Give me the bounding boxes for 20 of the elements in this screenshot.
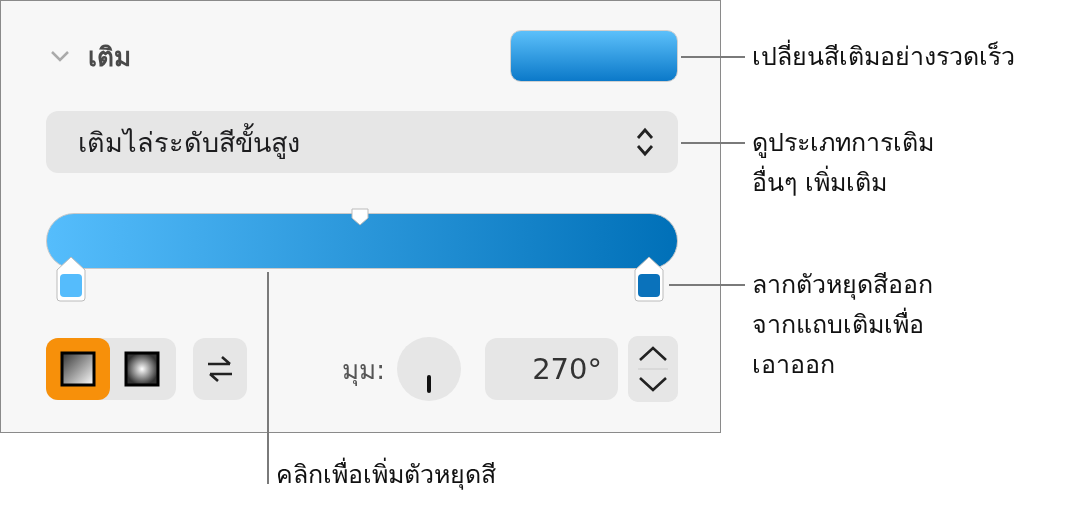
reverse-button[interactable] bbox=[193, 338, 247, 400]
fill-type-dropdown[interactable]: เติมไล่ระดับสีขั้นสูง bbox=[46, 111, 678, 173]
gradient-type-button[interactable] bbox=[46, 338, 110, 400]
linear-gradient-icon bbox=[60, 351, 96, 387]
section-title: เติม bbox=[88, 40, 131, 74]
angle-tick-icon bbox=[426, 375, 432, 393]
leader-line bbox=[681, 142, 745, 144]
callout-text: ลากตัวหยุดสีออก จากแถบเติมเพื่อ เอาออก bbox=[752, 269, 933, 381]
gradient-bar[interactable] bbox=[46, 213, 678, 269]
up-down-chevron-icon bbox=[636, 127, 654, 157]
color-well[interactable] bbox=[510, 30, 678, 82]
callout-text: คลิกเพื่อเพิ่มตัวหยุดสี bbox=[276, 455, 496, 495]
angle-field[interactable]: 270° bbox=[485, 338, 618, 400]
leader-line bbox=[681, 56, 745, 58]
callout-text: ดูประเภทการเติม อื่นๆ เพิ่มเติม bbox=[752, 127, 934, 199]
angle-label: มุม: bbox=[342, 353, 385, 388]
callout-text: เปลี่ยนสีเติมอย่างรวดเร็ว bbox=[752, 37, 1015, 77]
swap-arrows-icon bbox=[205, 354, 235, 384]
radial-gradient-icon bbox=[124, 351, 160, 387]
midpoint-handle[interactable] bbox=[350, 208, 370, 226]
